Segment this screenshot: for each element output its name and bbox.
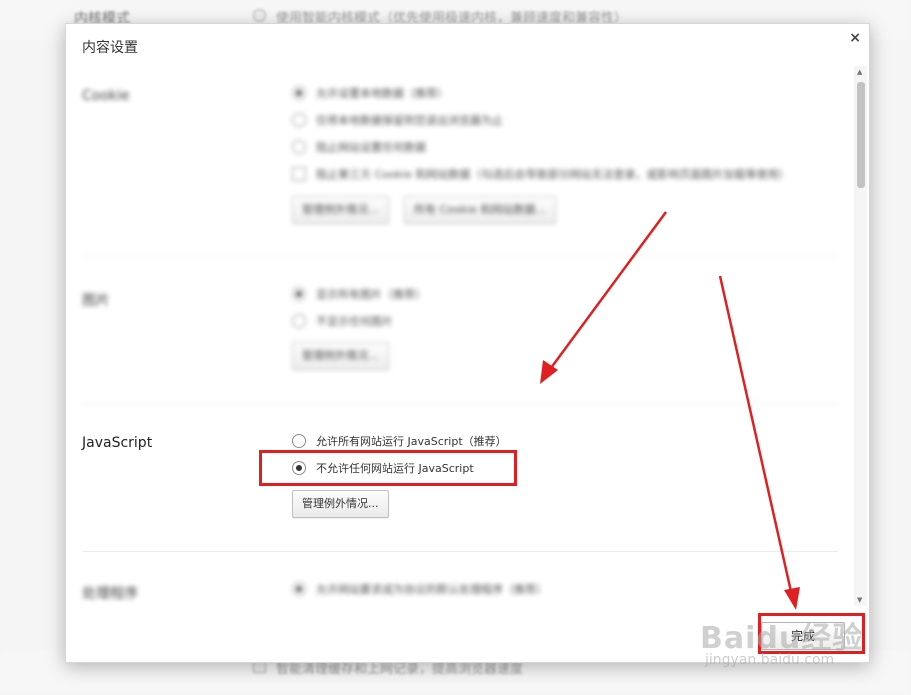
cookie-exceptions-button[interactable]: 管理例外情况... — [292, 196, 389, 224]
cookie-option-session[interactable]: 仅将本地数据保留到您退出浏览器为止 — [292, 112, 503, 128]
settings-scroll-area: Cookie 允许设置本地数据（推荐） 仅将本地数据保留到您退出浏览器为止 阻止… — [66, 66, 869, 606]
images-exceptions-button[interactable]: 管理例外情况... — [292, 342, 389, 370]
close-icon[interactable]: × — [849, 30, 861, 46]
radio-icon — [292, 582, 306, 596]
images-section: 图片 显示所有图片（推荐） 不显示任何图片 管理例外情况... — [82, 257, 838, 404]
scrollbar-thumb[interactable] — [857, 82, 865, 188]
watermark-logo: Baidu经验 — [700, 621, 864, 656]
javascript-label: JavaScript — [82, 435, 153, 451]
watermark-url: jingyan.baidu.com — [705, 652, 835, 668]
checkbox-icon — [292, 167, 306, 181]
radio-selected-icon — [292, 461, 306, 475]
cookie-option-block[interactable]: 阻止网站设置任何数据 — [292, 139, 426, 155]
scroll-up-icon[interactable]: ▲ — [857, 68, 862, 76]
kernel-mode-radio[interactable] — [253, 9, 266, 22]
cookie-all-data-button[interactable]: 所有 Cookie 和网站数据... — [404, 196, 556, 224]
scroll-down-icon[interactable]: ▼ — [857, 596, 862, 604]
images-option-show[interactable]: 显示所有图片（推荐） — [292, 286, 426, 302]
content-settings-dialog: 内容设置 × Cookie 允许设置本地数据（推荐） 仅将本地数据保留到您退出浏… — [65, 23, 870, 663]
scrollbar[interactable]: ▲ ▼ — [854, 66, 867, 606]
radio-icon — [292, 287, 306, 301]
cookie-section: Cookie 允许设置本地数据（推荐） 仅将本地数据保留到您退出浏览器为止 阻止… — [82, 66, 838, 256]
radio-icon — [292, 140, 306, 154]
radio-icon — [292, 113, 306, 127]
radio-icon — [292, 314, 306, 328]
handlers-label: 处理程序 — [82, 586, 138, 602]
dialog-title: 内容设置 — [82, 40, 138, 56]
cookie-option-third-party[interactable]: 阻止第三方 Cookie 和网站数据（勾选后会导致部分网站无法登录，或影响页面图… — [292, 166, 789, 182]
javascript-option-allow[interactable]: 允许所有网站运行 JavaScript（推荐） — [292, 433, 507, 449]
javascript-option-block[interactable]: 不允许任何网站运行 JavaScript — [292, 460, 474, 476]
radio-icon — [292, 86, 306, 100]
handlers-option-allow[interactable]: 允许网站要求成为协议的默认处理程序（推荐） — [292, 581, 547, 597]
images-label: 图片 — [82, 293, 110, 309]
images-option-hide[interactable]: 不显示任何图片 — [292, 313, 393, 329]
cookie-option-allow[interactable]: 允许设置本地数据（推荐） — [292, 85, 448, 101]
radio-icon — [292, 434, 306, 448]
javascript-exceptions-button[interactable]: 管理例外情况... — [292, 490, 389, 518]
javascript-section: JavaScript 允许所有网站运行 JavaScript（推荐） 不允许任何… — [82, 405, 838, 552]
cookie-label: Cookie — [82, 88, 130, 104]
handlers-section: 处理程序 允许网站要求成为协议的默认处理程序（推荐） — [82, 553, 838, 606]
